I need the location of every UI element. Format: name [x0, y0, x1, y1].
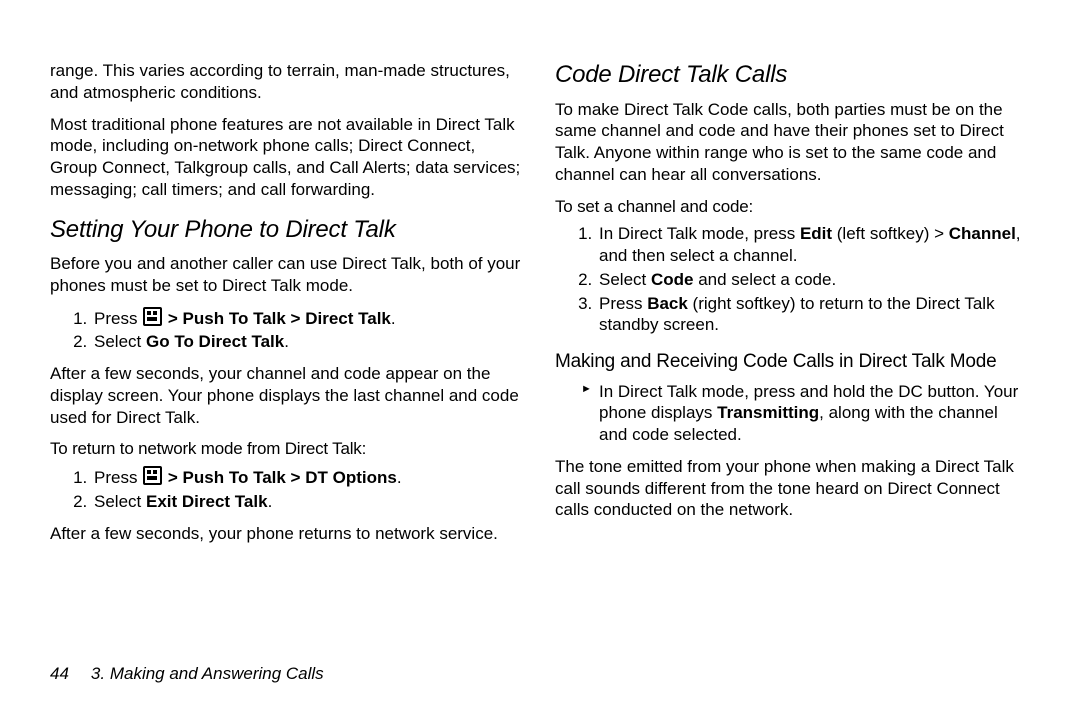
step-text-bold: Code	[651, 270, 694, 289]
step-item: Press Back (right softkey) to return to …	[597, 293, 1030, 337]
step-item: Select Go To Direct Talk.	[92, 331, 525, 353]
step-text: In Direct Talk mode, press	[599, 224, 800, 243]
menu-key-icon	[143, 307, 162, 326]
step-text: Press	[599, 294, 647, 313]
chapter-title: 3. Making and Answering Calls	[91, 663, 324, 685]
page-footer: 44 3. Making and Answering Calls	[50, 653, 1030, 685]
step-text-bold: Edit	[800, 224, 832, 243]
step-text: .	[397, 468, 402, 487]
right-column: Code Direct Talk Calls To make Direct Ta…	[555, 60, 1030, 653]
manual-page: range. This varies according to terrain,…	[0, 0, 1080, 720]
ordered-steps: Press > Push To Talk > DT Options. Selec…	[50, 466, 525, 513]
bullet-text-bold: Transmitting	[717, 403, 819, 422]
step-text-bold: Back	[647, 294, 688, 313]
ordered-steps: In Direct Talk mode, press Edit (left so…	[555, 223, 1030, 336]
ordered-steps: Press > Push To Talk > Direct Talk. Sele…	[50, 307, 525, 354]
bullet-item: In Direct Talk mode, press and hold the …	[581, 381, 1030, 446]
body-text: Before you and another caller can use Di…	[50, 253, 525, 297]
subheading: To return to network mode from Direct Ta…	[50, 438, 525, 460]
step-text: Press	[94, 468, 142, 487]
step-text: Select	[599, 270, 651, 289]
subsection-heading: Making and Receiving Code Calls in Direc…	[555, 350, 1030, 374]
step-text-bold: > Push To Talk > DT Options	[163, 468, 397, 487]
body-text: range. This varies according to terrain,…	[50, 60, 525, 104]
step-text-bold: Channel	[949, 224, 1016, 243]
body-text: Most traditional phone features are not …	[50, 114, 525, 201]
page-number: 44	[50, 663, 69, 685]
step-text: .	[268, 492, 273, 511]
section-heading: Setting Your Phone to Direct Talk	[50, 215, 525, 246]
step-text-bold: > Push To Talk > Direct Talk	[163, 309, 391, 328]
step-text: Select	[94, 492, 146, 511]
section-heading: Code Direct Talk Calls	[555, 60, 1030, 91]
step-item: Select Exit Direct Talk.	[92, 491, 525, 513]
menu-key-icon	[143, 466, 162, 485]
step-text-bold: Exit Direct Talk	[146, 492, 268, 511]
step-text-bold: Go To Direct Talk	[146, 332, 284, 351]
body-text: To make Direct Talk Code calls, both par…	[555, 99, 1030, 186]
step-text: and select a code.	[693, 270, 836, 289]
step-text: Select	[94, 332, 146, 351]
two-column-layout: range. This varies according to terrain,…	[50, 60, 1030, 653]
body-text: After a few seconds, your channel and co…	[50, 363, 525, 428]
body-text: After a few seconds, your phone returns …	[50, 523, 525, 545]
body-text: The tone emitted from your phone when ma…	[555, 456, 1030, 521]
subheading: To set a channel and code:	[555, 196, 1030, 218]
left-column: range. This varies according to terrain,…	[50, 60, 525, 653]
step-text: .	[391, 309, 396, 328]
step-item: Press > Push To Talk > DT Options.	[92, 466, 525, 489]
step-text: .	[284, 332, 289, 351]
step-item: Select Code and select a code.	[597, 269, 1030, 291]
bullet-list: In Direct Talk mode, press and hold the …	[555, 381, 1030, 446]
step-item: In Direct Talk mode, press Edit (left so…	[597, 223, 1030, 267]
step-item: Press > Push To Talk > Direct Talk.	[92, 307, 525, 330]
step-text: Press	[94, 309, 142, 328]
step-text: (left softkey) >	[832, 224, 949, 243]
